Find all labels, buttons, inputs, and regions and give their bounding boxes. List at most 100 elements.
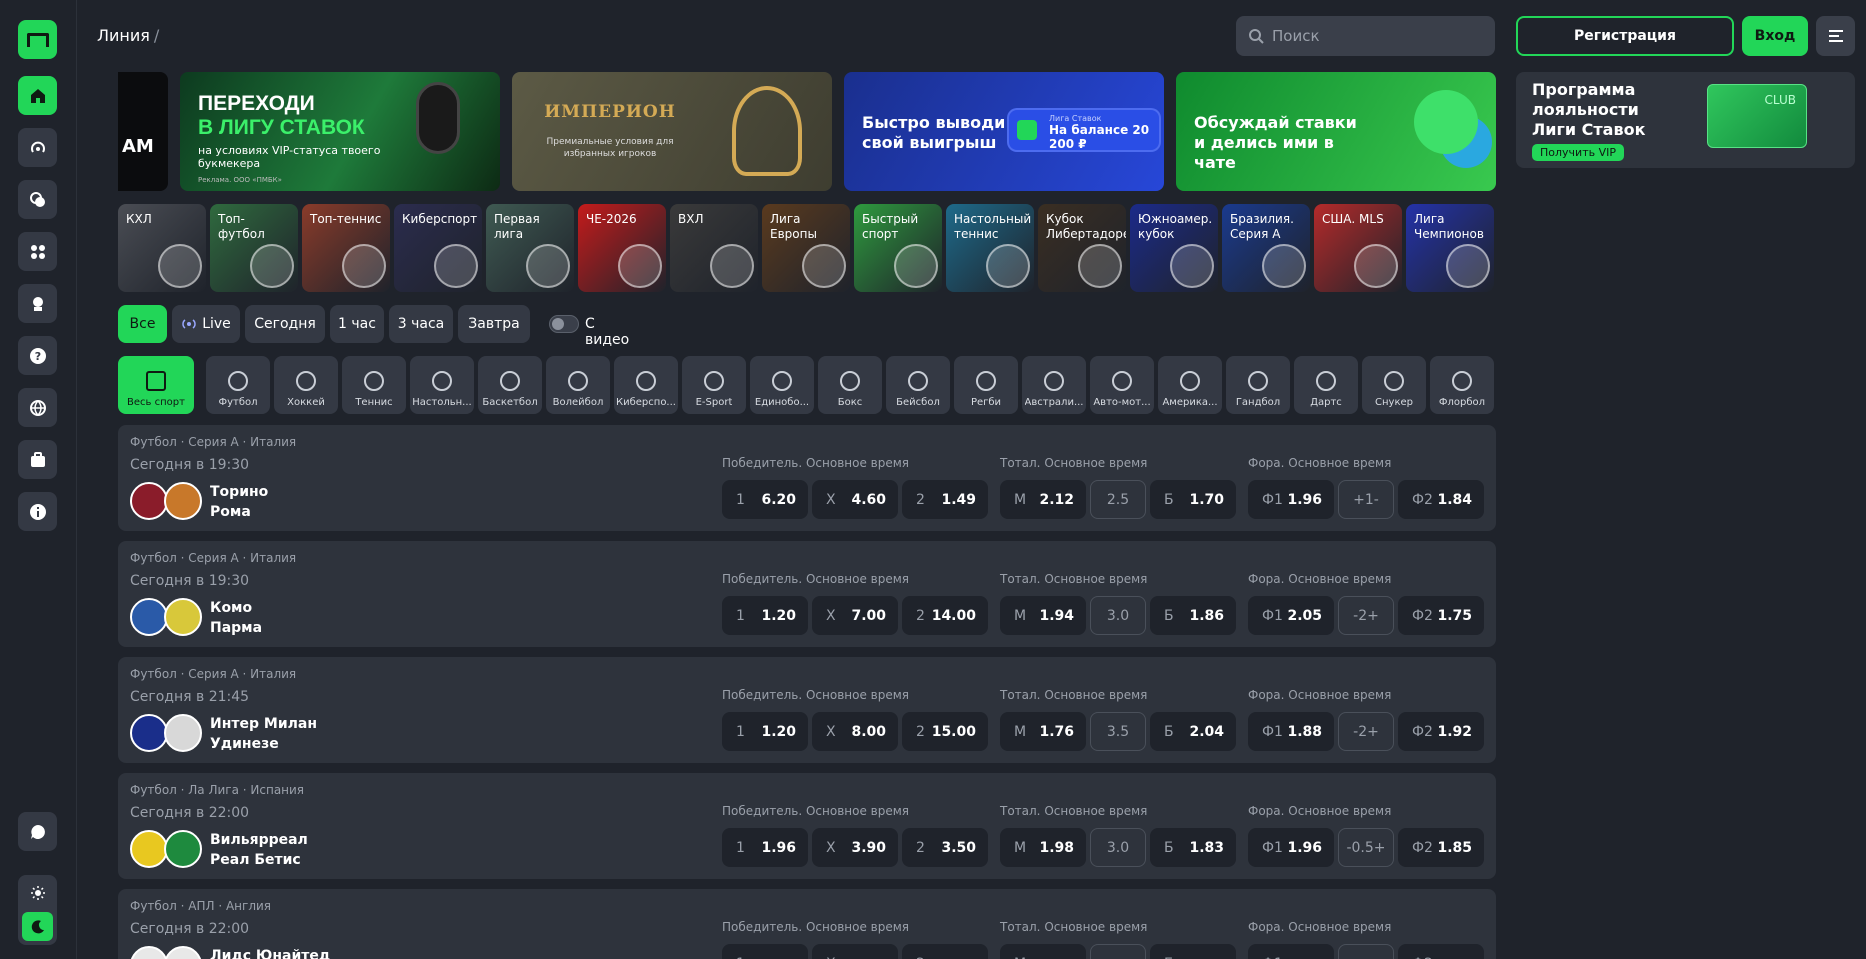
sport-tab[interactable]: Америка... (1158, 356, 1222, 414)
sport-tab[interactable]: E-Sport (682, 356, 746, 414)
sport-tab[interactable]: Весь спорт (118, 356, 194, 414)
sport-tab[interactable]: Теннис (342, 356, 406, 414)
odd-away-win[interactable]: 2 15.00 (902, 712, 988, 751)
promo-banner-chat[interactable]: Обсуждай ставки и делись ими в чате (1176, 72, 1496, 191)
menu-button[interactable] (1816, 16, 1855, 56)
odd-handicap-2[interactable]: Ф2 1.84 (1398, 480, 1484, 519)
odd-total-over[interactable]: Б (1150, 944, 1236, 959)
odd-total-over[interactable]: Б 1.70 (1150, 480, 1236, 519)
home-nav-button[interactable] (18, 76, 57, 115)
search-input[interactable] (1272, 27, 1472, 45)
filter-3-hours[interactable]: 3 часа (389, 305, 453, 343)
league-tile[interactable]: Лига Чемпионов (1406, 204, 1494, 292)
sport-tab[interactable]: Снукер (1362, 356, 1426, 414)
sport-tab[interactable]: Киберспо... (614, 356, 678, 414)
register-button[interactable]: Регистрация (1516, 16, 1734, 56)
odd-handicap-2[interactable]: Ф2 (1398, 944, 1484, 959)
filter-live[interactable]: Live (172, 305, 240, 343)
league-tile[interactable]: Топ-футбол (210, 204, 298, 292)
esports-nav-button[interactable] (18, 180, 57, 219)
light-theme-button[interactable] (22, 879, 53, 907)
sport-tab[interactable]: Флорбол (1430, 356, 1494, 414)
league-tile[interactable]: Быстрый спорт (854, 204, 942, 292)
odd-home-win[interactable]: 1 (722, 944, 808, 959)
odd-total-under[interactable]: М 1.94 (1000, 596, 1086, 635)
odd-away-win[interactable]: 2 (902, 944, 988, 959)
odd-away-win[interactable]: 2 14.00 (902, 596, 988, 635)
sport-tab[interactable]: Бейсбол (886, 356, 950, 414)
promo-nav-button[interactable] (18, 284, 57, 323)
sport-tab[interactable]: Единобо... (750, 356, 814, 414)
league-tile[interactable]: Лига Европы (762, 204, 850, 292)
filter-tomorrow[interactable]: Завтра (458, 305, 530, 343)
odd-total-over[interactable]: Б 1.86 (1150, 596, 1236, 635)
filter-1-hour[interactable]: 1 час (330, 305, 384, 343)
odd-total-under[interactable]: М 1.76 (1000, 712, 1086, 751)
league-tile[interactable]: Южноамер. кубок (1130, 204, 1218, 292)
live-nav-button[interactable] (18, 128, 57, 167)
odd-total-over[interactable]: Б 1.83 (1150, 828, 1236, 867)
odd-draw[interactable]: X 4.60 (812, 480, 898, 519)
odd-handicap-1[interactable]: Ф1 1.96 (1248, 480, 1334, 519)
league-tile[interactable]: Топ-теннис (302, 204, 390, 292)
odd-home-win[interactable]: 1 1.96 (722, 828, 808, 867)
league-tile[interactable]: Настольный теннис (946, 204, 1034, 292)
odd-home-win[interactable]: 1 1.20 (722, 712, 808, 751)
sport-tab[interactable]: Настольн... (410, 356, 474, 414)
language-nav-button[interactable] (18, 388, 57, 427)
app-logo[interactable] (18, 20, 57, 59)
odd-handicap-1[interactable]: Ф1 (1248, 944, 1334, 959)
match-card[interactable]: Футбол · Ла Лига · Испания Сегодня в 22:0… (118, 773, 1496, 879)
help-nav-button[interactable]: ? (18, 336, 57, 375)
match-card[interactable]: Футбол · АПЛ · Англия Сегодня в 22:00 Лидс… (118, 889, 1496, 959)
get-vip-button[interactable]: Получить VIP (1532, 144, 1624, 161)
league-tile[interactable]: ВХЛ (670, 204, 758, 292)
odd-away-win[interactable]: 2 1.49 (902, 480, 988, 519)
odd-handicap-2[interactable]: Ф2 1.75 (1398, 596, 1484, 635)
league-tile[interactable]: Бразилия. Серия А (1222, 204, 1310, 292)
odd-home-win[interactable]: 1 6.20 (722, 480, 808, 519)
login-button[interactable]: Вход (1742, 16, 1808, 56)
league-tile[interactable]: Первая лига (486, 204, 574, 292)
sport-tab[interactable]: Гандбол (1226, 356, 1290, 414)
match-card[interactable]: Футбол · Серия А · Италия Сегодня в 21:45… (118, 657, 1496, 763)
sport-tab[interactable]: Дартс (1294, 356, 1358, 414)
loyalty-card[interactable]: Программа лояльности Лиги Ставок Получит… (1516, 72, 1855, 168)
sport-tab[interactable]: Волейбол (546, 356, 610, 414)
sport-tab[interactable]: Футбол (206, 356, 270, 414)
odd-total-under[interactable]: М 2.12 (1000, 480, 1086, 519)
sport-tab[interactable]: Австрали... (1022, 356, 1086, 414)
league-tile[interactable]: Киберспорт (394, 204, 482, 292)
league-tile[interactable]: ЧЕ-2026 (578, 204, 666, 292)
chat-nav-button[interactable] (18, 812, 57, 851)
odd-total-under[interactable]: М 1.98 (1000, 828, 1086, 867)
sport-tab[interactable]: Баскетбол (478, 356, 542, 414)
sport-tab[interactable]: Бокс (818, 356, 882, 414)
odd-home-win[interactable]: 1 1.20 (722, 596, 808, 635)
match-card[interactable]: Футбол · Серия А · Италия Сегодня в 19:30… (118, 425, 1496, 531)
sport-tab[interactable]: Хоккей (274, 356, 338, 414)
promo-banner-vip[interactable]: Переходи в Лигу Ставок на условиях VIP-ст… (180, 72, 500, 191)
match-card[interactable]: Футбол · Серия А · Италия Сегодня в 19:30… (118, 541, 1496, 647)
promo-banner-withdraw[interactable]: Быстро выводи свой выигрыш Лига Ставок Н… (844, 72, 1164, 191)
league-tile[interactable]: США. MLS (1314, 204, 1402, 292)
search-box[interactable] (1236, 16, 1495, 56)
league-tile[interactable]: Кубок Либертадорес (1038, 204, 1126, 292)
odd-draw[interactable]: X 3.90 (812, 828, 898, 867)
filter-today[interactable]: Сегодня (245, 305, 325, 343)
video-toggle[interactable] (549, 315, 579, 333)
odd-handicap-2[interactable]: Ф2 1.85 (1398, 828, 1484, 867)
filter-all[interactable]: Все (118, 305, 167, 343)
odd-draw[interactable]: X 8.00 (812, 712, 898, 751)
sport-tab[interactable]: Авто-мот... (1090, 356, 1154, 414)
games-nav-button[interactable] (18, 232, 57, 271)
promo-banner-imperion[interactable]: ИМПЕРИОН Премиальные условия для избранн… (512, 72, 832, 191)
odd-draw[interactable]: X (812, 944, 898, 959)
dark-theme-button[interactable] (22, 912, 53, 941)
odd-handicap-2[interactable]: Ф2 1.92 (1398, 712, 1484, 751)
sport-tab[interactable]: Регби (954, 356, 1018, 414)
odd-draw[interactable]: X 7.00 (812, 596, 898, 635)
work-nav-button[interactable] (18, 440, 57, 479)
odd-handicap-1[interactable]: Ф1 2.05 (1248, 596, 1334, 635)
info-nav-button[interactable] (18, 492, 57, 531)
